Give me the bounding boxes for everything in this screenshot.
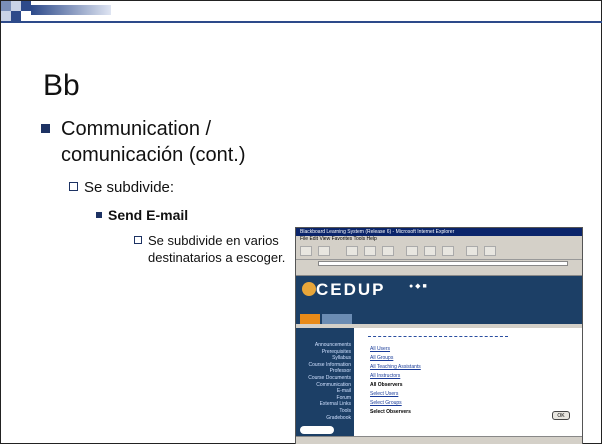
recipient-link: All Users <box>370 346 391 352</box>
hollow-square-bullet-icon <box>69 182 78 191</box>
browser-title-bar: Blackboard Learning System (Release 6) -… <box>296 228 582 236</box>
bullet-level-1-text: Communication / comunicación (cont.) <box>61 118 246 166</box>
hollow-square-bullet-icon <box>134 236 142 244</box>
bullet-level-4: Se subdivide en varios destinatarios a e… <box>134 232 289 266</box>
address-field <box>318 261 568 266</box>
back-icon <box>300 246 312 256</box>
browser-menu-bar: File Edit View Favorites Tools Help <box>296 236 582 243</box>
bullet-level-4-text: Se subdivide en varios destinatarios a e… <box>148 233 286 265</box>
recipient-link: Select Observers <box>370 409 411 415</box>
refresh-icon <box>364 246 376 256</box>
logo-icon <box>302 282 316 296</box>
side-item: Announcements <box>314 342 351 348</box>
side-item: Prerequisites <box>321 348 351 355</box>
side-item: Course Documents <box>308 374 351 381</box>
bullet-level-2: Se subdivide: <box>69 179 174 196</box>
print-icon <box>484 246 496 256</box>
slide: Bb Communication / comunicación (cont.) … <box>0 0 602 444</box>
stop-icon <box>346 246 358 256</box>
recipient-link: Select Groups <box>370 400 402 406</box>
bullet-level-3: Send E-mail <box>96 207 188 223</box>
mail-icon <box>466 246 478 256</box>
cedup-logo: CEDUP <box>316 280 386 299</box>
corner-decoration <box>1 1 602 21</box>
recipient-link: All Instructors <box>370 373 401 379</box>
side-item: Tools <box>339 407 351 414</box>
bullet-level-2-text: Se subdivide: <box>84 179 175 196</box>
recipient-link: All Groups <box>370 355 394 361</box>
browser-toolbar <box>296 243 582 260</box>
header-icons: ● ◆ ■ <box>409 283 427 290</box>
tab-my-institution <box>300 314 320 324</box>
square-bullet-icon <box>41 124 50 133</box>
side-item: Professor <box>329 368 351 375</box>
side-item: Gradebook <box>326 414 351 421</box>
side-item: Syllabus <box>332 355 351 362</box>
bullet-level-1: Communication / comunicación (cont.) <box>41 116 281 168</box>
side-item: E-mail <box>336 388 351 395</box>
embedded-screenshot: Blackboard Learning System (Release 6) -… <box>295 227 583 444</box>
forward-icon <box>318 246 330 256</box>
ok-button: OK <box>552 411 570 420</box>
title-divider <box>1 21 602 23</box>
side-item: Forum <box>336 394 351 401</box>
favorites-icon <box>424 246 436 256</box>
links-bar <box>296 267 582 276</box>
side-item: External Links <box>319 401 351 408</box>
course-tabs <box>296 312 582 324</box>
side-item: Course Information <box>308 361 351 368</box>
home-icon <box>382 246 394 256</box>
course-map-button <box>300 426 334 434</box>
slide-title: Bb <box>43 69 80 102</box>
course-side-menu: Announcements Prerequisites Syllabus Cou… <box>296 328 354 438</box>
history-icon <box>442 246 454 256</box>
cedup-header: CEDUP ● ◆ ■ <box>296 276 582 312</box>
recipient-link: Select Users <box>370 391 399 397</box>
address-bar <box>296 260 582 267</box>
small-square-bullet-icon <box>96 212 102 218</box>
recipient-link: All Teaching Assistants <box>370 364 421 370</box>
course-body: Announcements Prerequisites Syllabus Cou… <box>296 328 582 438</box>
tab-courses <box>322 314 352 324</box>
breadcrumb <box>368 332 508 337</box>
email-recipients-panel: All Users All Groups All Teaching Assist… <box>358 328 582 438</box>
search-icon <box>406 246 418 256</box>
browser-status-bar <box>296 436 582 444</box>
side-item: Communication <box>316 381 351 388</box>
recipient-link: All Observers <box>370 382 403 388</box>
bullet-level-3-text: Send E-mail <box>108 207 189 223</box>
